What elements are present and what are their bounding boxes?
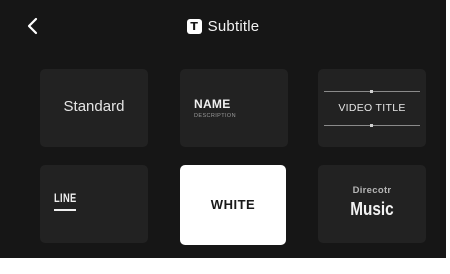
template-label: Standard: [63, 98, 125, 115]
subtitle-screen: T Subtitle Standard NAME DESCRIPTION VID…: [0, 0, 446, 258]
dot-marker: [370, 124, 373, 127]
template-name-description[interactable]: NAME DESCRIPTION: [180, 69, 288, 147]
template-video-title[interactable]: VIDEO TITLE: [318, 69, 426, 147]
template-line[interactable]: LINE: [40, 165, 148, 243]
template-standard[interactable]: Standard: [40, 69, 148, 147]
underline-divider: [54, 209, 76, 211]
template-label: WHITE: [210, 197, 256, 212]
template-label: LINE: [54, 191, 77, 205]
template-label: VIDEO TITLE: [338, 102, 406, 114]
header: T Subtitle: [0, 12, 446, 40]
subtitle-icon: T: [186, 19, 202, 34]
template-white[interactable]: WHITE: [180, 165, 286, 245]
dot-marker: [370, 90, 373, 93]
page-title: Subtitle: [207, 17, 260, 35]
template-label: NAME: [194, 97, 231, 111]
template-label: Direcotr: [352, 185, 392, 196]
template-director-music[interactable]: Direcotr Music: [318, 165, 426, 243]
template-sublabel: DESCRIPTION: [194, 113, 236, 119]
template-sublabel: Music: [350, 199, 394, 219]
